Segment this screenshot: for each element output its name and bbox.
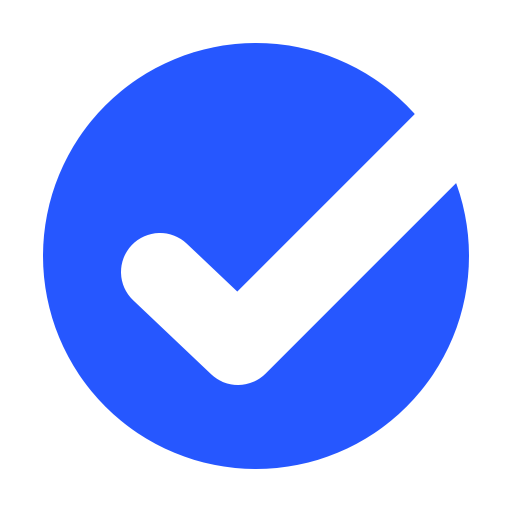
check-circle-badge bbox=[43, 43, 469, 469]
check-circle-icon bbox=[43, 43, 487, 469]
icon-canvas bbox=[0, 0, 512, 512]
